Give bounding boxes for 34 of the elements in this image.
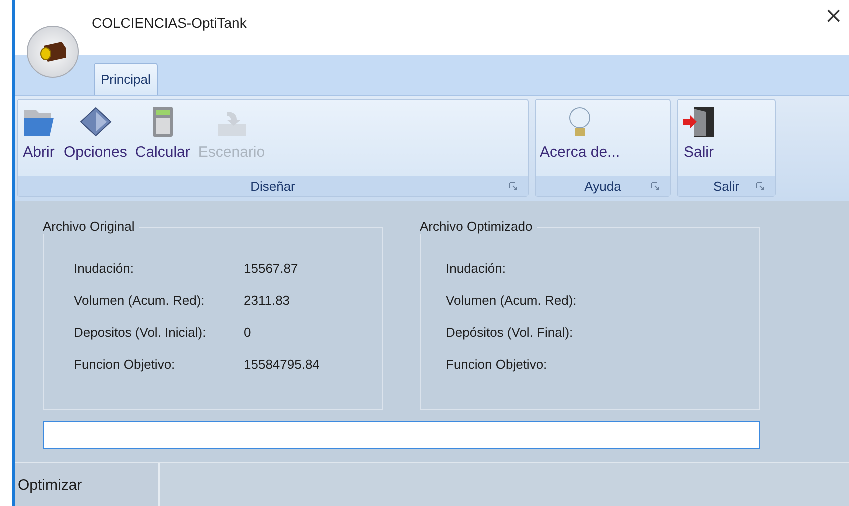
exit-door-icon bbox=[682, 106, 716, 138]
field-label: Inudación: bbox=[446, 260, 507, 276]
ribbon-button[interactable]: Acerca de... bbox=[536, 106, 624, 161]
field-label: Volumen (Acum. Red): bbox=[446, 292, 578, 308]
ribbon-button[interactable]: Salir bbox=[678, 106, 720, 161]
dialog-launcher-icon[interactable] bbox=[756, 182, 765, 191]
field-label: Depositos (Vol. Inicial): bbox=[74, 324, 208, 340]
input-field[interactable] bbox=[43, 421, 760, 449]
diamond-icon bbox=[78, 106, 113, 138]
field-value: 0 bbox=[244, 324, 252, 340]
ribbon-group-label: Diseñar bbox=[250, 178, 296, 194]
dialog-launcher-icon[interactable] bbox=[509, 182, 518, 191]
ribbon-button[interactable]: Calcular bbox=[131, 106, 194, 161]
close-button[interactable]: × bbox=[818, 3, 849, 30]
status-text: Optimizar bbox=[15, 463, 160, 506]
ribbon-button[interactable]: Abrir bbox=[18, 106, 60, 161]
field-label: Funcion Objetivo: bbox=[74, 356, 176, 372]
field-value: 15567.87 bbox=[244, 260, 298, 276]
group-title: Archivo Optimizado bbox=[420, 219, 537, 234]
field-value: 2311.83 bbox=[244, 292, 290, 308]
field-label: Depósitos (Vol. Final): bbox=[446, 324, 574, 340]
tank-icon bbox=[38, 40, 68, 64]
window-title: COLCIENCIAS-OptiTank bbox=[92, 14, 247, 30]
field-label: Funcion Objetivo: bbox=[446, 356, 548, 372]
ribbon-tab[interactable]: Principal bbox=[94, 63, 158, 95]
ribbon-group-label: Ayuda bbox=[584, 178, 622, 194]
ribbon-group-label: Salir bbox=[713, 178, 740, 194]
ribbon-button[interactable]: Opciones bbox=[60, 106, 132, 161]
field-value: 15584795.84 bbox=[244, 356, 320, 372]
field-label: Inudación: bbox=[74, 260, 135, 276]
group-title: Archivo Original bbox=[43, 219, 139, 234]
field-label: Volumen (Acum. Red): bbox=[74, 292, 206, 308]
app-orb-button[interactable] bbox=[27, 26, 79, 78]
dialog-launcher-icon[interactable] bbox=[651, 182, 660, 191]
